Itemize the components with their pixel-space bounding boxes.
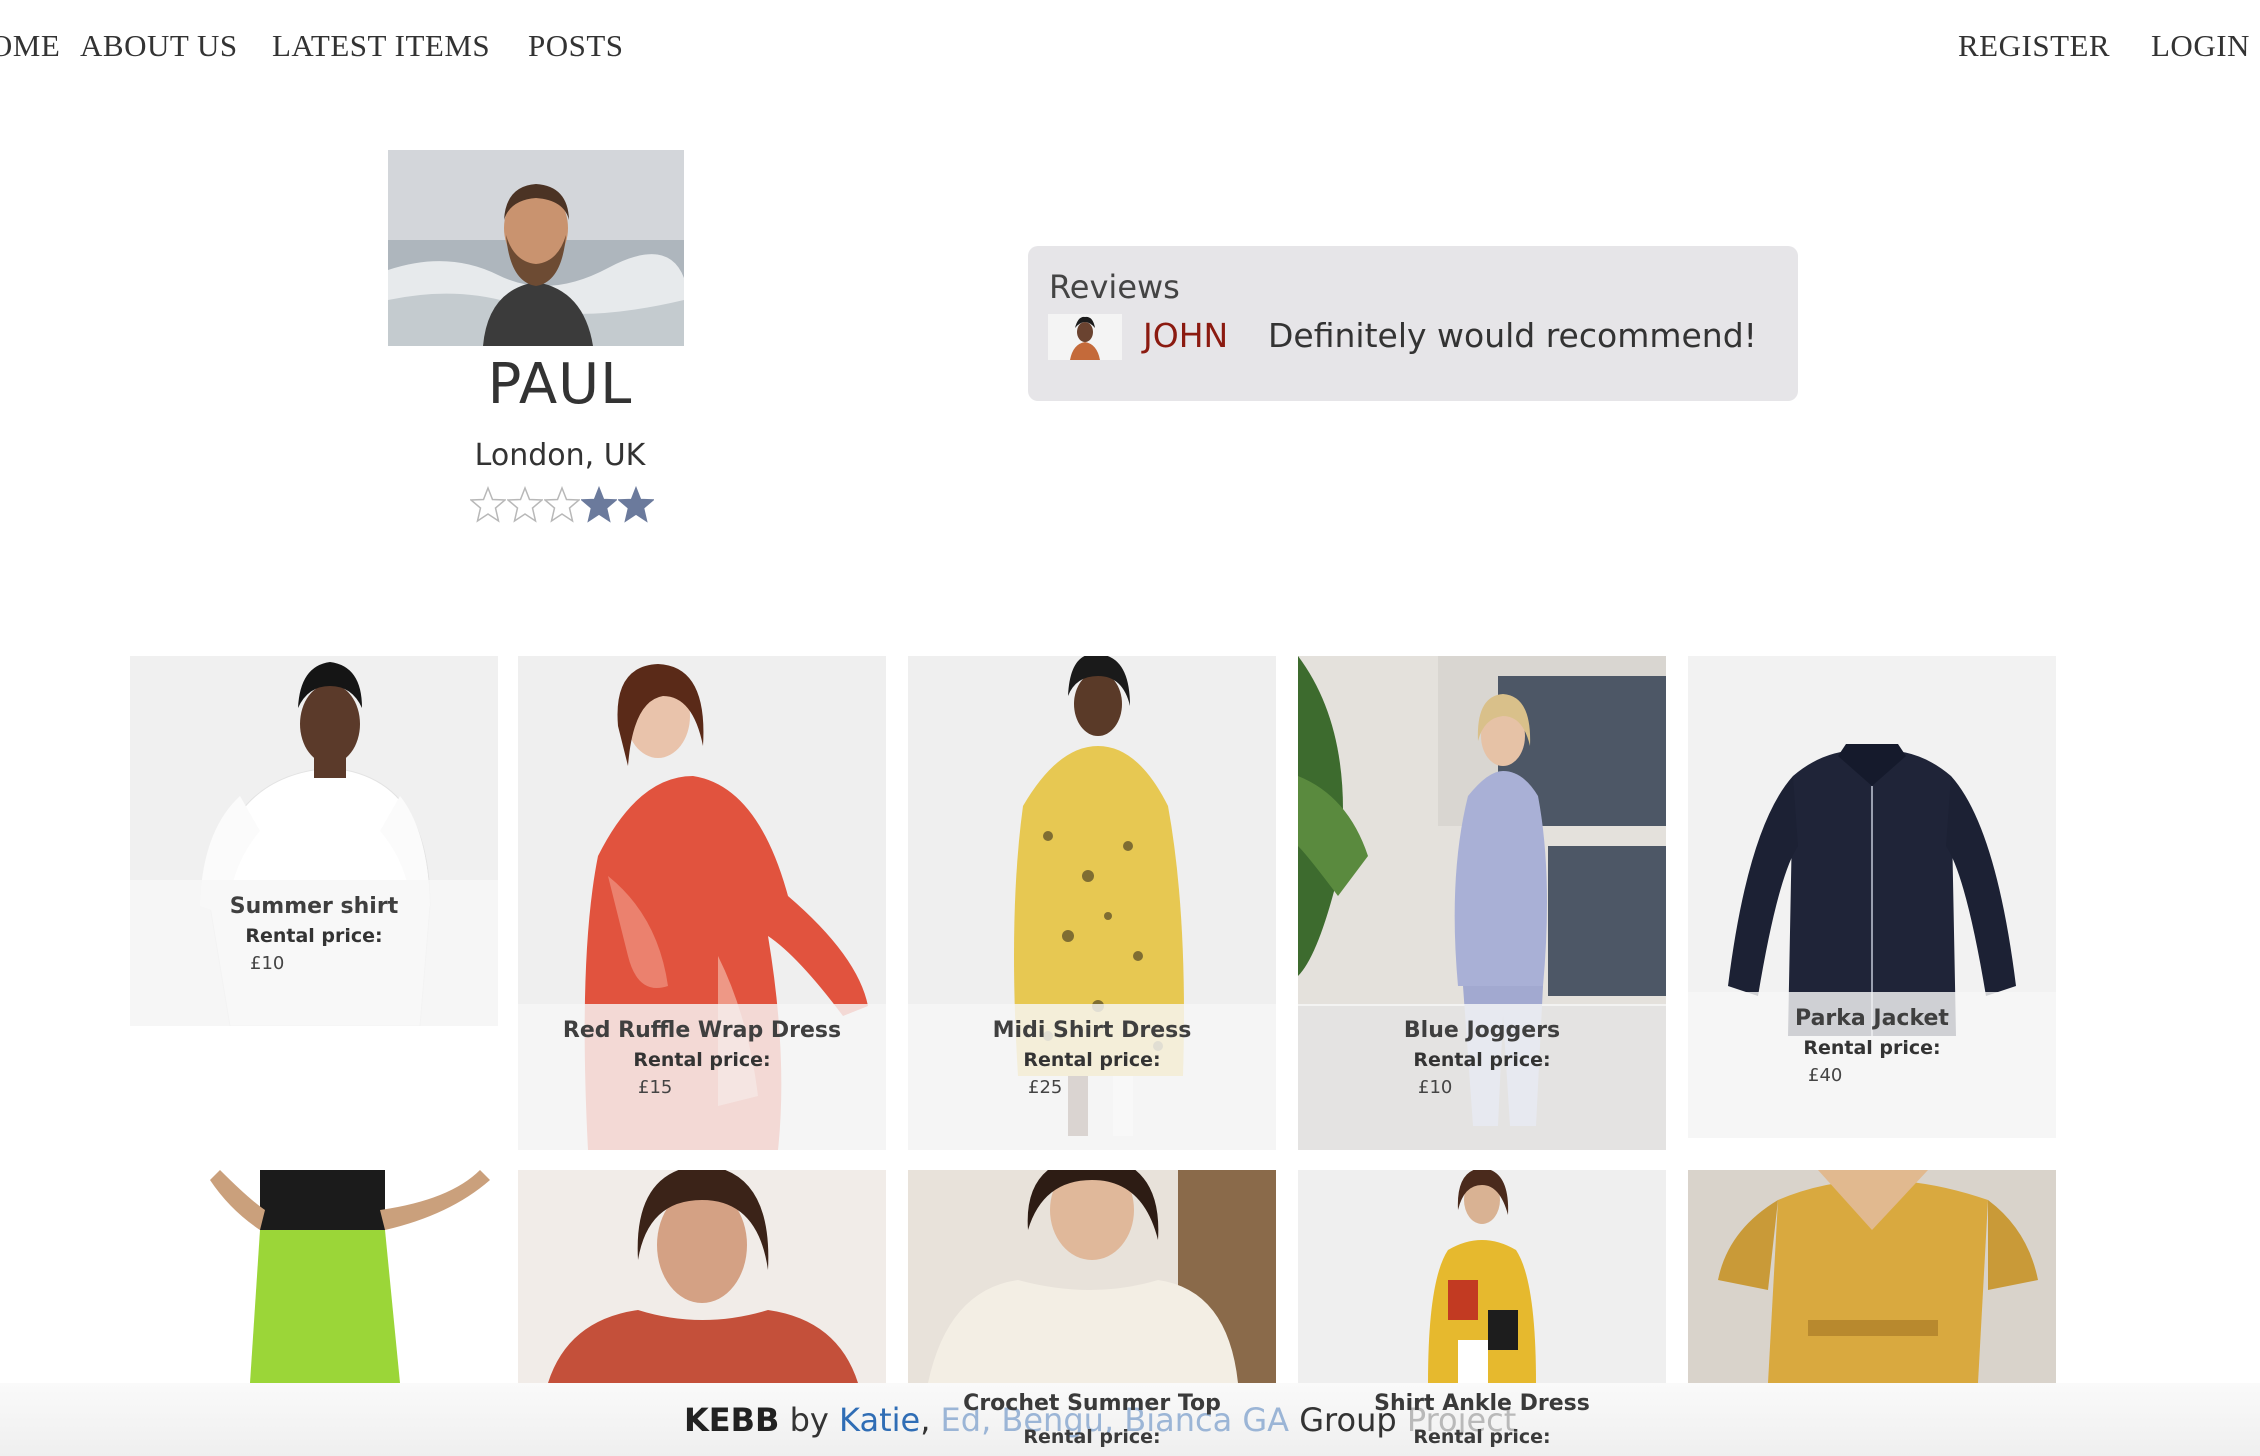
item-info: Midi Shirt Dress Rental price: £25 [908,1004,1276,1150]
item-info: Blue Joggers Rental price: £10 [1298,1004,1666,1150]
item-price-label: Rental price: [1023,1049,1161,1071]
item-price-label: Rental price: [1023,1426,1161,1448]
nav-home[interactable]: HOME [0,28,60,64]
item-info: Summer shirt Rental price: £10 [130,880,498,1026]
item-image [908,1170,1276,1383]
item-image [1298,1170,1666,1383]
item-card-midi-shirt-dress[interactable]: Midi Shirt Dress Rental price: £25 [908,656,1276,1150]
item-title: Parka Jacket [1795,1006,1949,1031]
item-title: Crochet Summer Top [963,1391,1221,1416]
profile-rating [470,486,655,530]
star-empty-icon [470,486,506,523]
profile-location: London, UK [474,438,646,473]
nav-posts[interactable]: POSTS [528,28,624,64]
item-title: Shirt Ankle Dress [1374,1391,1590,1416]
item-price: £10 [1418,1077,1453,1098]
item-title: Red Ruffle Wrap Dress [562,1018,842,1043]
nav-login[interactable]: LOGIN [2151,28,2250,64]
reviews-panel: Reviews JOHN Definitely would recommend! [1028,246,1798,401]
nav-register[interactable]: REGISTER [1958,28,2110,64]
item-title: Blue Joggers [1403,1018,1561,1043]
item-card-yellow-jumpsuit[interactable] [1688,1170,2056,1383]
item-price-label: Rental price: [1413,1049,1551,1071]
profile-name: PAUL [487,352,633,417]
item-price: £40 [1808,1065,1843,1086]
item-card-green-trousers[interactable] [130,1170,498,1383]
item-info-overlap: Crochet Summer Top Rental price: [908,1391,1276,1448]
star-empty-icon [507,486,543,523]
star-empty-icon [544,486,580,523]
item-card-summer-shirt[interactable]: Summer shirt Rental price: £10 [130,656,498,1026]
top-nav: HOME ABOUT US LATEST ITEMS POSTS REGISTE… [0,0,2260,100]
item-info: Parka Jacket Rental price: £40 [1688,992,2056,1138]
reviewer-avatar [1048,314,1122,360]
item-info: Red Ruffle Wrap Dress Rental price: £15 [518,1004,886,1150]
item-card-shirt-ankle-dress[interactable] [1298,1170,1666,1383]
item-image [518,1170,886,1383]
item-image [1688,1170,2056,1383]
item-price-label: Rental price: [1413,1426,1551,1448]
footer-brand: KEBB [684,1401,780,1439]
star-filled-icon [581,486,617,523]
reviewer-name[interactable]: JOHN [1143,316,1228,355]
nav-latest-items[interactable]: LATEST ITEMS [272,28,490,64]
item-info-overlap: Shirt Ankle Dress Rental price: [1298,1391,1666,1448]
item-card-blue-joggers[interactable]: Blue Joggers Rental price: £10 [1298,656,1666,1150]
item-price: £10 [250,953,285,974]
reviews-title: Reviews [1049,268,1180,306]
item-card-red-ruffle-wrap-dress[interactable]: Red Ruffle Wrap Dress Rental price: £15 [518,656,886,1150]
item-price: £15 [638,1077,673,1098]
item-card-parka-jacket[interactable]: Parka Jacket Rental price: £40 [1688,656,2056,1138]
item-title: Summer shirt [229,894,399,919]
item-card-cream-top[interactable] [908,1170,1276,1383]
item-price: £25 [1028,1077,1063,1098]
star-filled-icon [618,486,654,523]
profile-avatar [388,150,684,346]
footer-by: by [789,1401,829,1439]
item-price-label: Rental price: [633,1049,771,1071]
item-card-crochet-summer-top[interactable] [518,1170,886,1383]
review-text: Definitely would recommend! [1268,316,1757,355]
item-title: Midi Shirt Dress [992,1018,1192,1043]
footer: KEBB by Katie, Ed, Bengu, Bianca GA Grou… [0,1383,2260,1456]
nav-about-us[interactable]: ABOUT US [80,28,238,64]
item-price-label: Rental price: [245,925,383,947]
item-image [130,1170,498,1383]
item-price-label: Rental price: [1803,1037,1941,1059]
